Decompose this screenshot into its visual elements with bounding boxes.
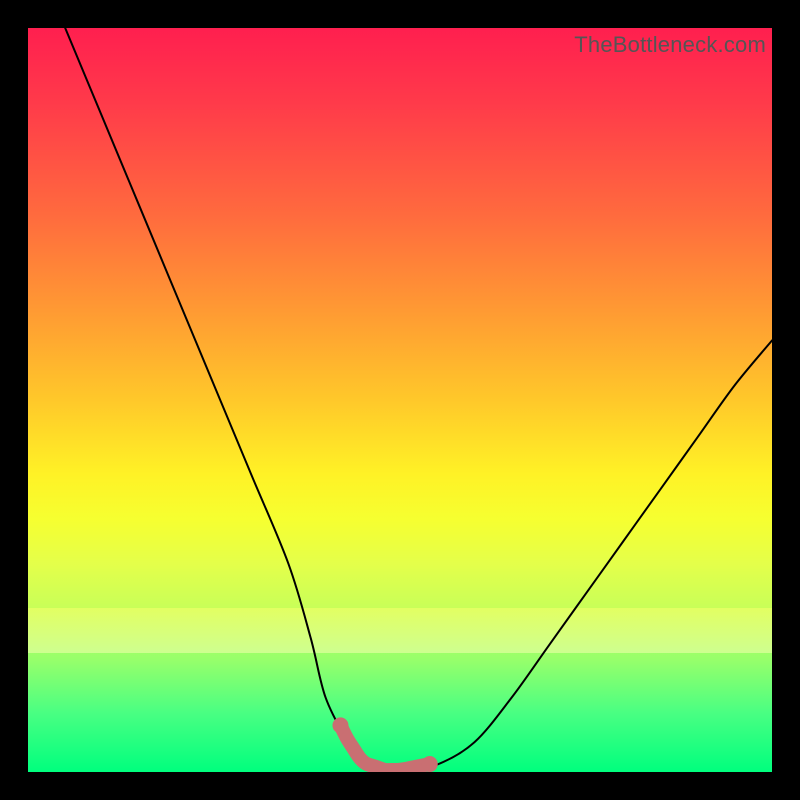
watermark-text: TheBottleneck.com (574, 32, 766, 58)
bottleneck-curve-svg (28, 28, 772, 772)
chart-frame: TheBottleneck.com (0, 0, 800, 800)
bottleneck-curve (65, 28, 772, 772)
chart-plot-area: TheBottleneck.com (28, 28, 772, 772)
marker-endpoint-right-icon (422, 756, 438, 772)
marker-endpoint-left-icon (332, 717, 348, 733)
optimal-range-marker (340, 725, 429, 770)
